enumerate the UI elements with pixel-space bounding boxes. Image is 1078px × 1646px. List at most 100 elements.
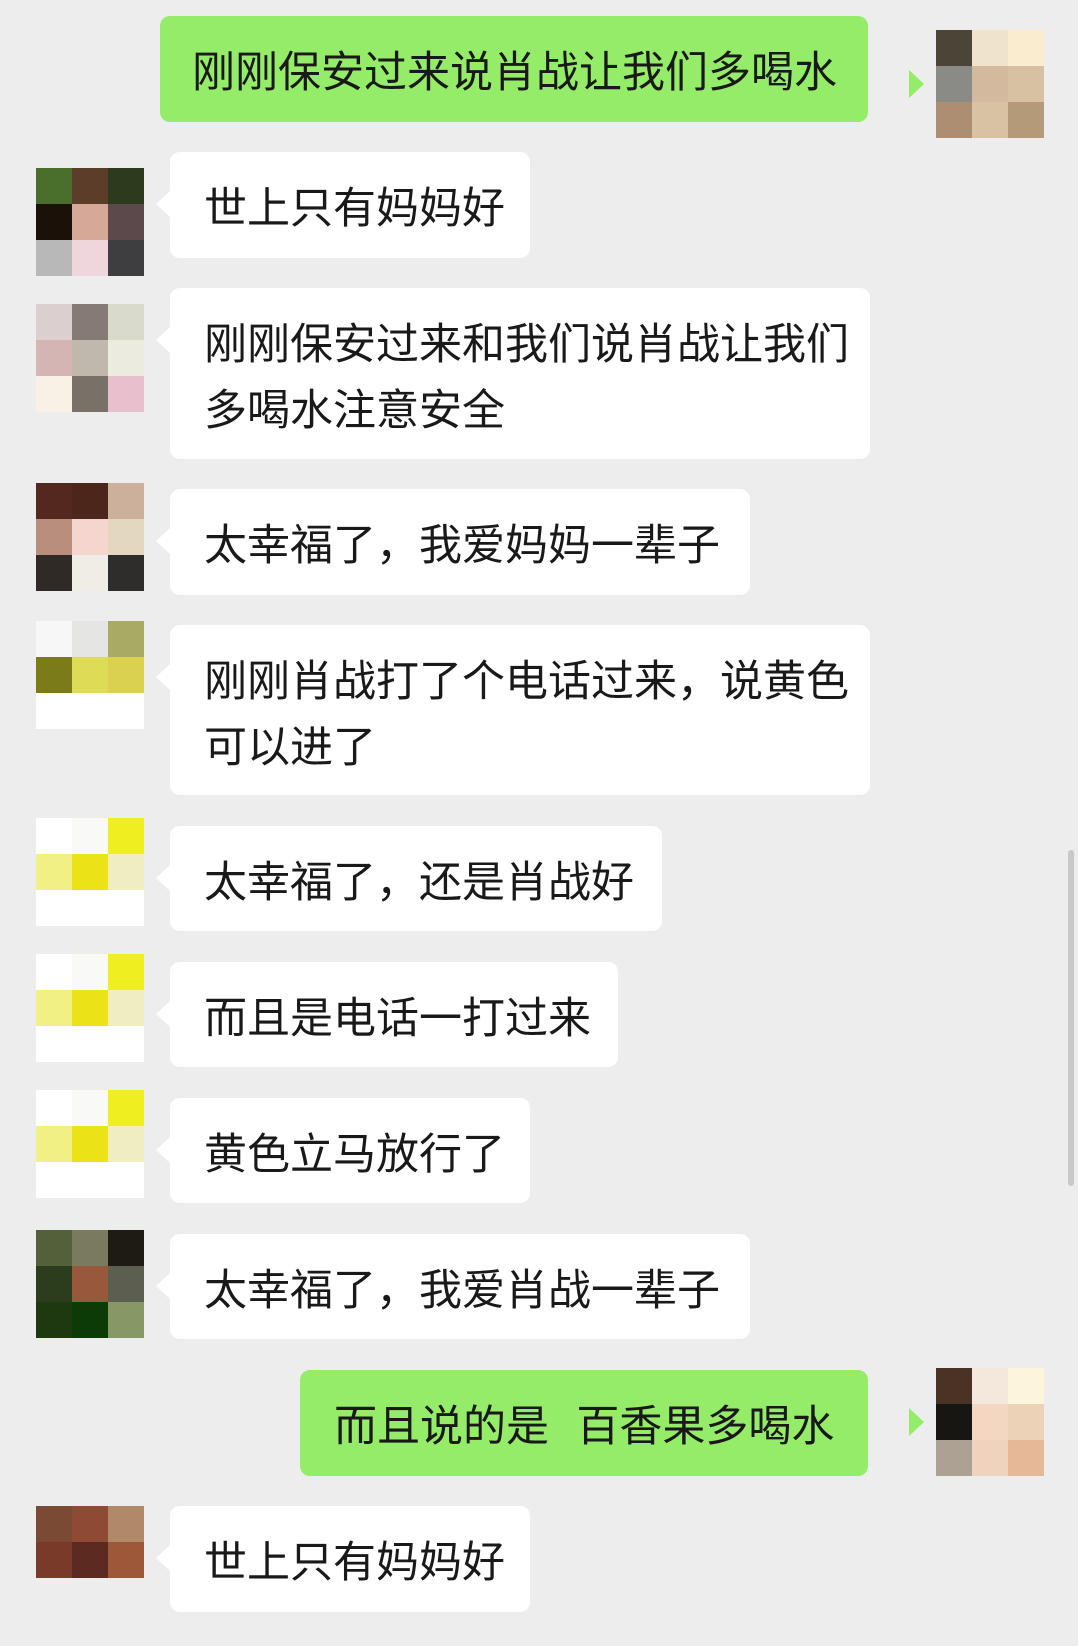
avatar-pixel — [36, 1302, 72, 1338]
bubble-tail — [156, 1136, 171, 1164]
message-bubble[interactable]: 太幸福了，我爱肖战一辈子 — [170, 1234, 750, 1339]
avatar-pixel — [72, 621, 108, 657]
avatar-pixel — [36, 1162, 72, 1198]
avatar-pixel — [108, 376, 144, 412]
avatar-pixel — [72, 1230, 108, 1266]
scrollbar[interactable] — [1068, 850, 1074, 1186]
avatar-pixel — [108, 519, 144, 555]
avatar-pixel — [72, 1506, 108, 1542]
avatar-pixel — [1008, 1368, 1044, 1404]
avatar-pixel — [72, 340, 108, 376]
avatar-pixel — [36, 304, 72, 340]
avatar-pixel — [72, 555, 108, 591]
avatar-pixel — [72, 1026, 108, 1062]
avatar-pixel — [72, 1126, 108, 1162]
avatar-pixel — [108, 693, 144, 729]
avatar-pixel — [108, 240, 144, 276]
avatar-pixel — [72, 168, 108, 204]
bubble-tail — [156, 1000, 171, 1028]
message-bubble[interactable]: 太幸福了，我爱妈妈一辈子 — [170, 489, 750, 595]
avatar-pixel — [36, 990, 72, 1026]
avatar-pixel — [36, 376, 72, 412]
avatar-pixel — [36, 340, 72, 376]
avatar[interactable] — [36, 1230, 144, 1338]
avatar[interactable] — [936, 1368, 1044, 1476]
bubble-tail — [156, 190, 171, 218]
message-bubble[interactable]: 世上只有妈妈好 — [170, 152, 530, 258]
avatar-pixel — [72, 1266, 108, 1302]
avatar-pixel — [108, 621, 144, 657]
avatar-pixel — [36, 1506, 72, 1542]
avatar-pixel — [36, 693, 72, 729]
message-bubble[interactable]: 而且是电话一打过来 — [170, 962, 618, 1067]
avatar-pixel — [108, 657, 144, 693]
avatar-pixel — [972, 1440, 1008, 1476]
avatar-pixel — [36, 818, 72, 854]
avatar[interactable] — [36, 168, 144, 276]
avatar-pixel — [36, 1542, 72, 1578]
bubble-tail — [909, 70, 924, 98]
avatar-pixel — [72, 818, 108, 854]
message-bubble[interactable]: 黄色立马放行了 — [170, 1098, 530, 1203]
avatar-pixel — [36, 1090, 72, 1126]
avatar-pixel — [36, 1266, 72, 1302]
avatar-pixel — [72, 657, 108, 693]
avatar-pixel — [108, 168, 144, 204]
avatar-pixel — [36, 204, 72, 240]
avatar-pixel — [108, 1542, 144, 1578]
avatar-pixel — [36, 1230, 72, 1266]
avatar-pixel — [36, 555, 72, 591]
avatar-pixel — [36, 890, 72, 926]
avatar-pixel — [1008, 1440, 1044, 1476]
avatar-pixel — [108, 483, 144, 519]
avatar-pixel — [108, 954, 144, 990]
avatar-pixel — [936, 1440, 972, 1476]
avatar-pixel — [972, 66, 1008, 102]
avatar-pixel — [72, 376, 108, 412]
bubble-tail — [156, 663, 171, 691]
avatar[interactable] — [936, 30, 1044, 138]
message-bubble[interactable]: 刚刚肖战打了个电话过来，说黄色 可以进了 — [170, 625, 870, 795]
avatar-pixel — [72, 204, 108, 240]
avatar-pixel — [1008, 102, 1044, 138]
avatar-pixel — [108, 1230, 144, 1266]
avatar-pixel — [108, 1578, 144, 1614]
bubble-tail — [156, 1272, 171, 1300]
avatar-pixel — [36, 1126, 72, 1162]
avatar[interactable] — [36, 483, 144, 591]
avatar-pixel — [108, 1026, 144, 1062]
avatar-pixel — [108, 890, 144, 926]
message-bubble[interactable]: 世上只有妈妈好 — [170, 1506, 530, 1612]
avatar[interactable] — [36, 954, 144, 1062]
message-bubble[interactable]: 刚刚保安过来和我们说肖战让我们 多喝水注意安全 — [170, 288, 870, 459]
avatar-pixel — [72, 483, 108, 519]
avatar-pixel — [1008, 1404, 1044, 1440]
avatar-pixel — [972, 1404, 1008, 1440]
avatar-pixel — [72, 1090, 108, 1126]
avatar[interactable] — [36, 1506, 144, 1614]
avatar-pixel — [972, 102, 1008, 138]
message-bubble[interactable]: 而且说的是 百香果多喝水 — [300, 1370, 868, 1476]
chat-message-list[interactable]: 刚刚保安过来说肖战让我们多喝水 世上只有妈妈好 刚刚保安过来和我们说肖战让我们 … — [0, 0, 1078, 1646]
avatar-pixel — [972, 1368, 1008, 1404]
avatar[interactable] — [36, 818, 144, 926]
message-bubble[interactable]: 太幸福了，还是肖战好 — [170, 826, 662, 931]
avatar[interactable] — [36, 304, 144, 412]
avatar-pixel — [72, 854, 108, 890]
avatar-pixel — [36, 954, 72, 990]
avatar[interactable] — [36, 621, 144, 729]
avatar-pixel — [36, 854, 72, 890]
avatar[interactable] — [36, 1090, 144, 1198]
avatar-pixel — [936, 30, 972, 66]
avatar-pixel — [108, 304, 144, 340]
bubble-tail — [156, 1544, 171, 1572]
bubble-tail — [909, 1408, 924, 1436]
avatar-pixel — [72, 1162, 108, 1198]
avatar-pixel — [108, 818, 144, 854]
avatar-pixel — [108, 555, 144, 591]
avatar-pixel — [936, 1368, 972, 1404]
message-bubble[interactable]: 刚刚保安过来说肖战让我们多喝水 — [160, 16, 868, 122]
avatar-pixel — [1008, 30, 1044, 66]
avatar-pixel — [108, 1302, 144, 1338]
avatar-pixel — [72, 890, 108, 926]
